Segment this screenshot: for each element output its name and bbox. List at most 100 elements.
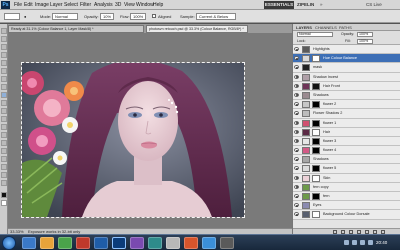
eye-icon[interactable] (294, 184, 299, 189)
eye-icon[interactable] (294, 166, 299, 171)
eye-icon[interactable] (294, 203, 299, 208)
layer-row[interactable]: Highlights (293, 45, 400, 55)
eye-icon[interactable] (294, 102, 299, 107)
taskbar-app-icon[interactable] (130, 237, 144, 249)
layer-row[interactable]: fern (293, 192, 400, 202)
clone-stamp-tool-icon[interactable] (1, 92, 7, 98)
eye-icon[interactable] (294, 65, 299, 70)
taskbar-app-icon[interactable] (40, 237, 54, 249)
taskbar-app-icon[interactable] (148, 237, 162, 249)
layer-mask-thumbnail[interactable] (312, 211, 320, 219)
menu-select[interactable]: Select (64, 2, 78, 8)
layer-mask-thumbnail[interactable] (312, 165, 320, 173)
menu-filter[interactable]: Filter (80, 2, 91, 8)
layer-thumbnail[interactable] (302, 137, 310, 145)
workspace-more-button[interactable]: » (320, 2, 323, 7)
sample-select[interactable]: Current & Below (196, 13, 236, 20)
layer-mask-thumbnail[interactable] (312, 55, 320, 63)
crop-tool-icon[interactable] (1, 60, 7, 66)
type-tool-icon[interactable] (1, 148, 7, 154)
layer-row[interactable]: mask (293, 63, 400, 73)
history-brush-tool-icon[interactable] (1, 100, 7, 106)
layer-row[interactable]: Shadow Incest (293, 72, 400, 82)
document-tab-active[interactable]: photosvn retouch.psd @ 33.3% (Colour Bal… (146, 25, 248, 33)
layer-row[interactable]: flower 2 (293, 100, 400, 110)
eyedropper-tool-icon[interactable] (1, 68, 7, 74)
network-icon[interactable] (352, 240, 357, 245)
layer-row[interactable]: Hair (293, 127, 400, 137)
flag-icon[interactable] (368, 240, 373, 245)
eye-icon[interactable] (294, 47, 299, 51)
eye-icon[interactable] (294, 74, 299, 79)
taskbar-clock[interactable]: 20:40 (376, 240, 387, 245)
layer-row[interactable]: Background Colour Dorsale (293, 210, 400, 220)
tool-preset-picker[interactable] (4, 13, 20, 20)
taskbar-app-icon[interactable] (184, 237, 198, 249)
menu-help[interactable]: Help (153, 2, 163, 8)
lasso-tool-icon[interactable] (1, 44, 7, 50)
menu-3d[interactable]: 3D (115, 2, 121, 8)
marquee-tool-icon[interactable] (1, 36, 7, 42)
layer-thumbnail[interactable] (302, 128, 310, 136)
menu-layer[interactable]: Layer (50, 2, 63, 8)
layer-row[interactable]: Skin (293, 173, 400, 183)
layer-row[interactable]: Shadows (293, 155, 400, 165)
canvas-area[interactable] (8, 33, 292, 228)
shape-tool-icon[interactable] (1, 164, 7, 170)
layer-thumbnail[interactable] (302, 119, 310, 127)
pen-tool-icon[interactable] (1, 140, 7, 146)
taskbar-photoshop-icon[interactable] (112, 237, 126, 249)
quick-select-tool-icon[interactable] (1, 52, 7, 58)
layer-mask-thumbnail[interactable] (312, 174, 320, 182)
layer-row[interactable]: Hair Front (293, 81, 400, 91)
layer-thumbnail[interactable] (302, 147, 310, 155)
layer-mask-thumbnail[interactable] (312, 101, 320, 109)
layer-mask-thumbnail[interactable] (312, 119, 320, 127)
taskbar-app-icon[interactable] (220, 237, 234, 249)
taskbar-app-icon[interactable] (94, 237, 108, 249)
cs-live-button[interactable]: CS Live (366, 1, 396, 9)
layer-thumbnail[interactable] (302, 193, 310, 200)
layer-fill-field[interactable]: 100% (357, 39, 373, 44)
taskbar-app-icon[interactable] (58, 237, 72, 249)
layer-row[interactable]: Flower Shadow 2 (293, 109, 400, 119)
menu-view[interactable]: View (124, 2, 135, 8)
eye-icon[interactable] (294, 56, 299, 61)
layer-row[interactable]: flower 4 (293, 146, 400, 156)
layer-thumbnail[interactable] (302, 110, 310, 118)
eye-icon[interactable] (294, 111, 299, 116)
foreground-color-swatch[interactable] (1, 192, 7, 198)
aligned-checkbox[interactable] (152, 14, 156, 18)
eye-icon[interactable] (294, 212, 299, 217)
layer-row[interactable]: flower 3 (293, 136, 400, 147)
volume-icon[interactable] (360, 240, 365, 245)
dodge-tool-icon[interactable] (1, 132, 7, 138)
eye-icon[interactable] (294, 157, 299, 162)
layer-thumbnail[interactable] (302, 73, 310, 81)
healing-tool-icon[interactable] (1, 76, 7, 82)
taskbar-app-icon[interactable] (202, 237, 216, 249)
layer-row[interactable]: Shadows (293, 90, 400, 101)
menu-analysis[interactable]: Analysis (94, 2, 113, 8)
eye-icon[interactable] (294, 194, 299, 198)
menu-file[interactable]: File (14, 2, 22, 8)
workspace-zipelin-button[interactable]: ZIPELIN (297, 2, 314, 7)
layer-thumbnail[interactable] (302, 202, 310, 210)
layer-thumbnail[interactable] (302, 91, 310, 99)
eye-icon[interactable] (294, 129, 299, 134)
mode-select[interactable]: Normal (52, 13, 78, 20)
eraser-tool-icon[interactable] (1, 108, 7, 114)
move-tool-icon[interactable] (1, 28, 7, 34)
layer-opacity-field[interactable]: 100% (357, 32, 373, 37)
flow-field[interactable]: 100% (130, 13, 146, 20)
layer-thumbnail[interactable] (302, 183, 310, 191)
menu-image[interactable]: Image (35, 2, 49, 8)
layer-row[interactable]: Eyes (293, 201, 400, 211)
layer-mask-thumbnail[interactable] (312, 147, 320, 155)
opacity-field[interactable]: 10% (100, 13, 114, 20)
menu-edit[interactable]: Edit (24, 2, 33, 8)
brush-tool-icon[interactable] (1, 84, 7, 90)
hand-tool-icon[interactable] (1, 172, 7, 178)
layer-mask-thumbnail[interactable] (312, 193, 320, 200)
taskbar-app-icon[interactable] (76, 237, 90, 249)
